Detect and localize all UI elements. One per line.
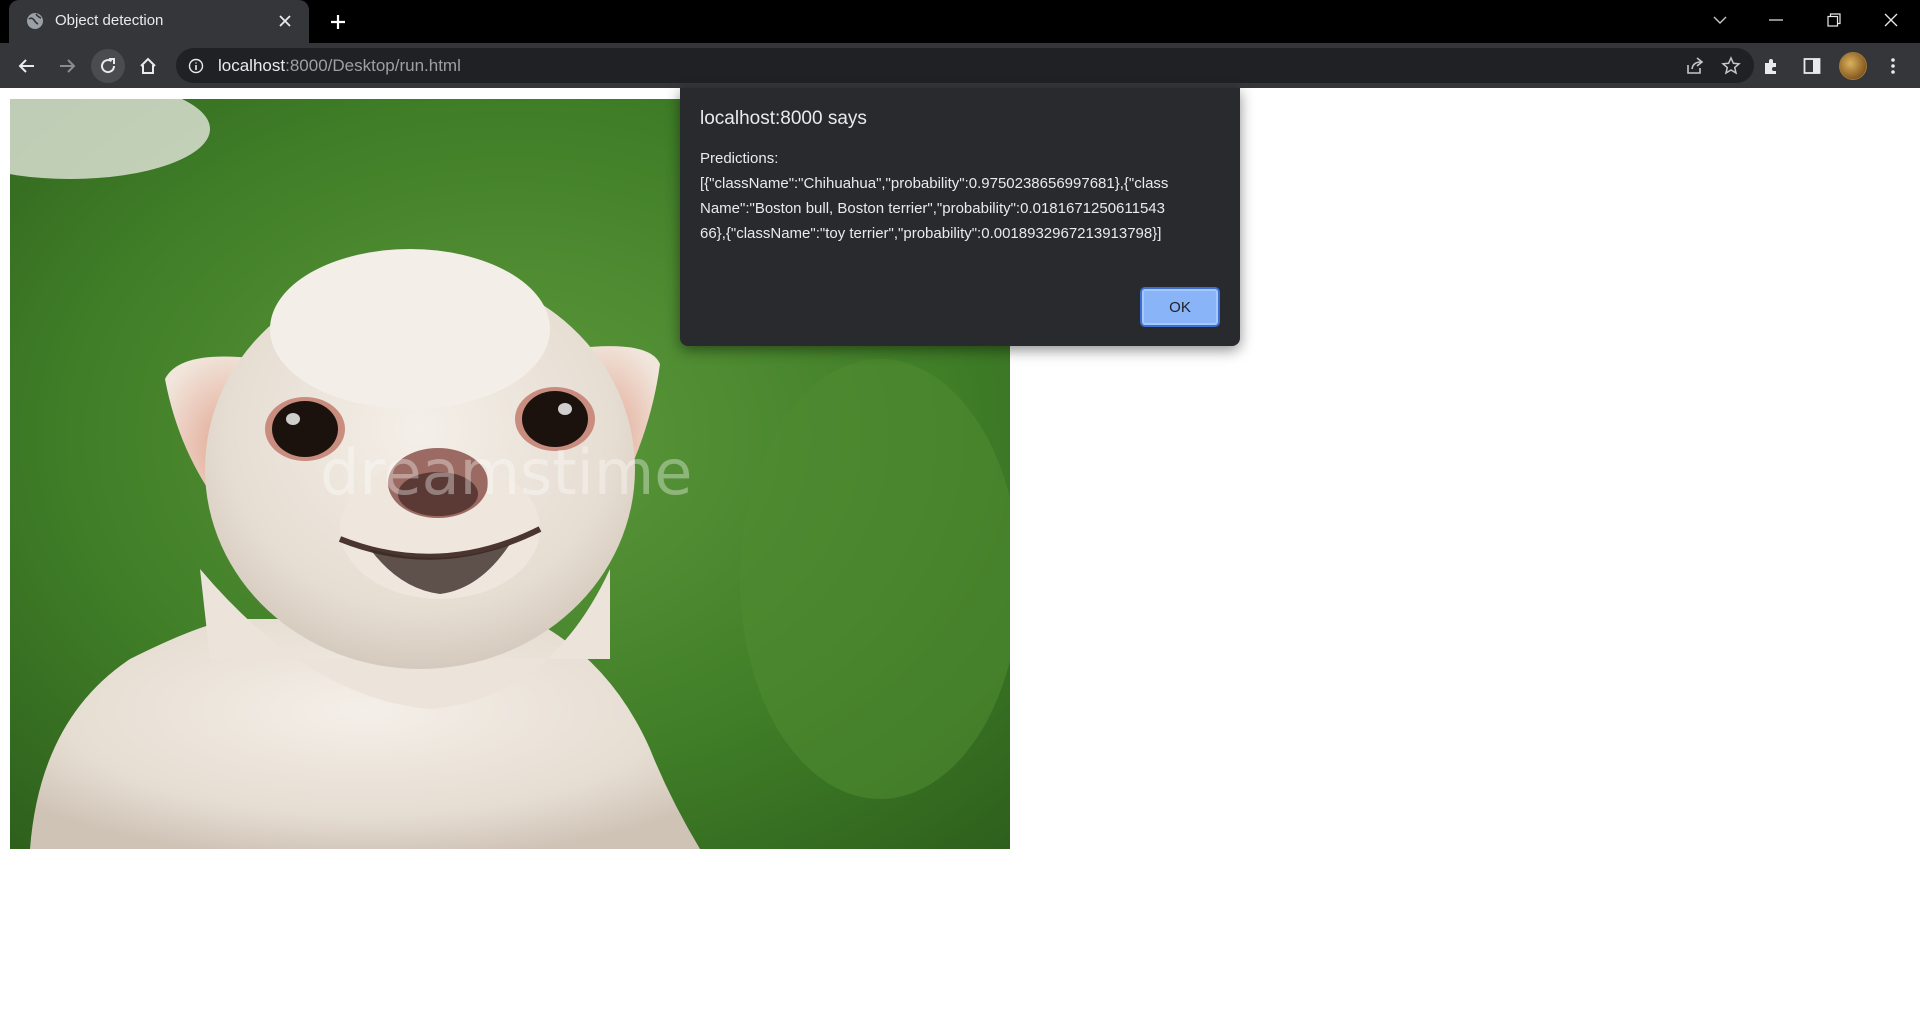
plus-icon[interactable] xyxy=(325,9,351,35)
dialog-message: Predictions: [{"className":"Chihuahua","… xyxy=(700,146,1170,246)
tab-strip: Object detection xyxy=(0,0,1920,43)
bookmark-star-icon[interactable] xyxy=(1720,55,1742,77)
side-panel-icon[interactable] xyxy=(1795,49,1829,83)
alert-dialog: localhost:8000 says Predictions: [{"clas… xyxy=(680,88,1240,346)
predictions-json: [{"className":"Chihuahua","probability":… xyxy=(700,175,1169,242)
home-icon[interactable] xyxy=(131,49,165,83)
back-icon[interactable] xyxy=(10,49,44,83)
restore-icon[interactable] xyxy=(1806,0,1862,40)
profile-avatar[interactable] xyxy=(1839,52,1867,80)
close-icon[interactable] xyxy=(1863,0,1919,40)
url-text: localhost:8000/Desktop/run.html xyxy=(218,56,461,75)
share-icon[interactable] xyxy=(1684,55,1706,77)
tab-search-icon[interactable] xyxy=(1692,0,1748,40)
tab-close-icon[interactable] xyxy=(275,11,295,31)
globe-icon xyxy=(26,12,44,30)
ok-button[interactable]: OK xyxy=(1140,287,1220,327)
address-bar[interactable]: localhost:8000/Desktop/run.html xyxy=(176,48,1754,83)
watermark-text: dreamstime xyxy=(320,436,692,509)
minimize-icon[interactable] xyxy=(1748,0,1804,40)
reload-icon[interactable] xyxy=(91,49,125,83)
predictions-heading: Predictions: xyxy=(700,150,779,167)
site-info-icon[interactable] xyxy=(186,56,206,76)
tab-object-detection[interactable]: Object detection xyxy=(9,0,309,43)
dialog-title: localhost:8000 says xyxy=(700,108,867,129)
extensions-icon[interactable] xyxy=(1754,49,1788,83)
menu-icon[interactable] xyxy=(1876,49,1910,83)
browser-toolbar: localhost:8000/Desktop/run.html xyxy=(0,43,1920,88)
tab-title: Object detection xyxy=(55,12,164,29)
forward-icon[interactable] xyxy=(50,49,84,83)
